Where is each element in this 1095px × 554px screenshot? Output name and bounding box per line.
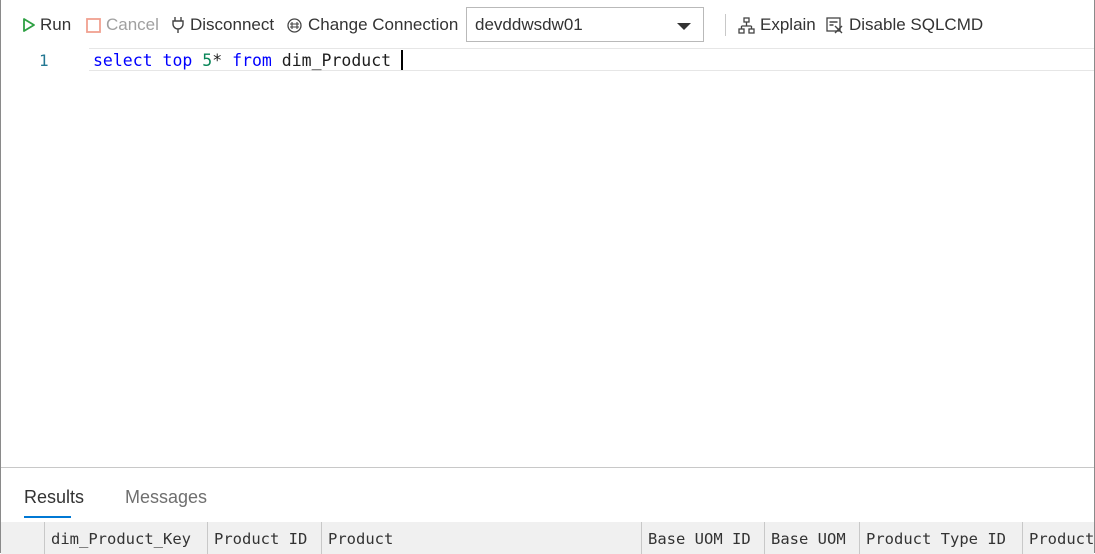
cancel-label: Cancel	[106, 15, 159, 34]
hierarchy-icon	[738, 16, 755, 34]
change-connection-icon	[286, 17, 303, 34]
active-tab-indicator	[24, 516, 71, 518]
stop-icon	[86, 17, 101, 33]
query-editor-window: Run Cancel Disconnect Change Connection …	[0, 0, 1095, 554]
code-line[interactable]: select top 5* from dim_Product	[93, 50, 404, 70]
tab-messages[interactable]: Messages	[125, 487, 207, 508]
toolbar-divider	[725, 14, 726, 36]
star-operator: *	[212, 51, 223, 70]
cancel-button[interactable]: Cancel	[86, 14, 159, 36]
tab-results[interactable]: Results	[24, 487, 84, 508]
results-grid-header: dim_Product_Key Product ID Product Base …	[1, 522, 1094, 554]
disable-sqlcmd-label: Disable SQLCMD	[849, 15, 984, 34]
explain-label: Explain	[760, 15, 816, 34]
disconnect-label: Disconnect	[190, 15, 275, 34]
change-connection-label: Change Connection	[308, 15, 459, 34]
code-editor[interactable]: 1 select top 5* from dim_Product	[1, 45, 1094, 467]
connection-value: devddwsdw01	[475, 14, 583, 34]
keyword-select: select	[93, 51, 153, 70]
keyword-from: from	[232, 51, 272, 70]
results-panel: Results Messages dim_Product_Key Product…	[1, 467, 1094, 554]
run-button[interactable]: Run	[23, 14, 71, 36]
column-header[interactable]: Product Type ID	[859, 522, 1022, 554]
keyword-top: top	[162, 51, 193, 70]
column-header[interactable]: Product	[321, 522, 641, 554]
disconnect-button[interactable]: Disconnect	[171, 14, 274, 36]
chevron-down-icon	[677, 23, 691, 30]
play-icon	[23, 18, 35, 32]
sqlcmd-icon	[826, 16, 844, 34]
line-number: 1	[39, 51, 49, 70]
disable-sqlcmd-button[interactable]: Disable SQLCMD	[826, 14, 983, 36]
column-header[interactable]: Product ID	[207, 522, 321, 554]
change-connection-button[interactable]: Change Connection	[286, 14, 458, 36]
column-header[interactable]: dim_Product_Key	[44, 522, 207, 554]
row-selector-gutter	[1, 522, 44, 554]
text-cursor	[401, 50, 404, 70]
run-label: Run	[40, 15, 72, 34]
explain-button[interactable]: Explain	[738, 14, 816, 36]
connection-select[interactable]: devddwsdw01	[466, 7, 704, 42]
column-header[interactable]: Product	[1022, 522, 1094, 554]
column-header[interactable]: Base UOM ID	[641, 522, 764, 554]
column-header[interactable]: Base UOM	[764, 522, 859, 554]
toolbar: Run Cancel Disconnect Change Connection …	[1, 0, 1094, 50]
plug-icon	[171, 16, 185, 34]
number-literal: 5	[202, 51, 213, 70]
table-identifier: dim_Product	[281, 51, 392, 70]
